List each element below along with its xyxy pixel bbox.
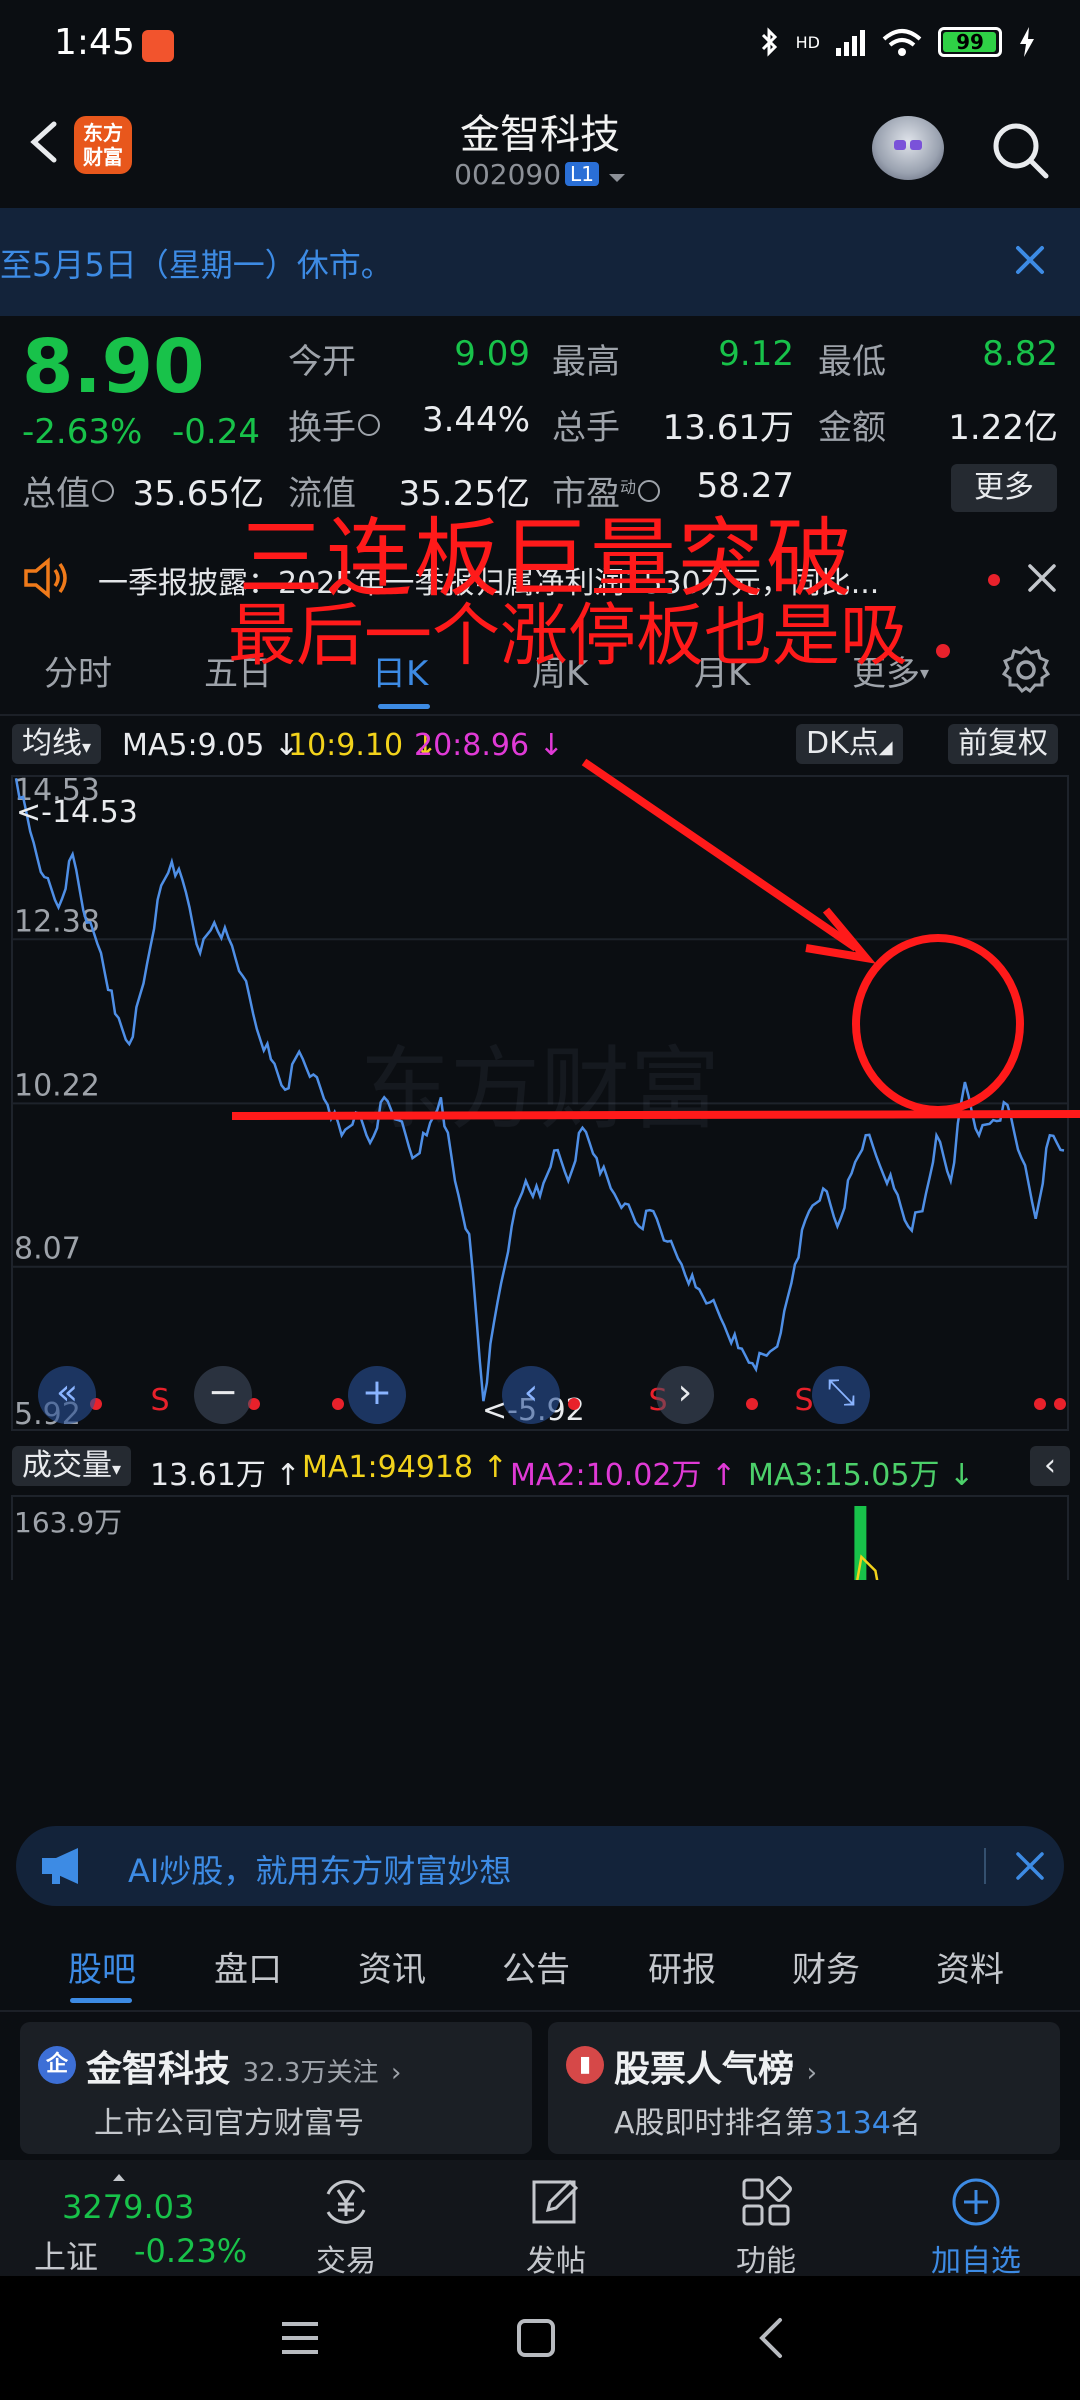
- annotation-arrow-shaft: [581, 758, 859, 952]
- annotation-resistance-line: [231, 1110, 1080, 1120]
- annotation-overlay: [231, 758, 1080, 1120]
- annotation-circle: [852, 934, 1024, 1114]
